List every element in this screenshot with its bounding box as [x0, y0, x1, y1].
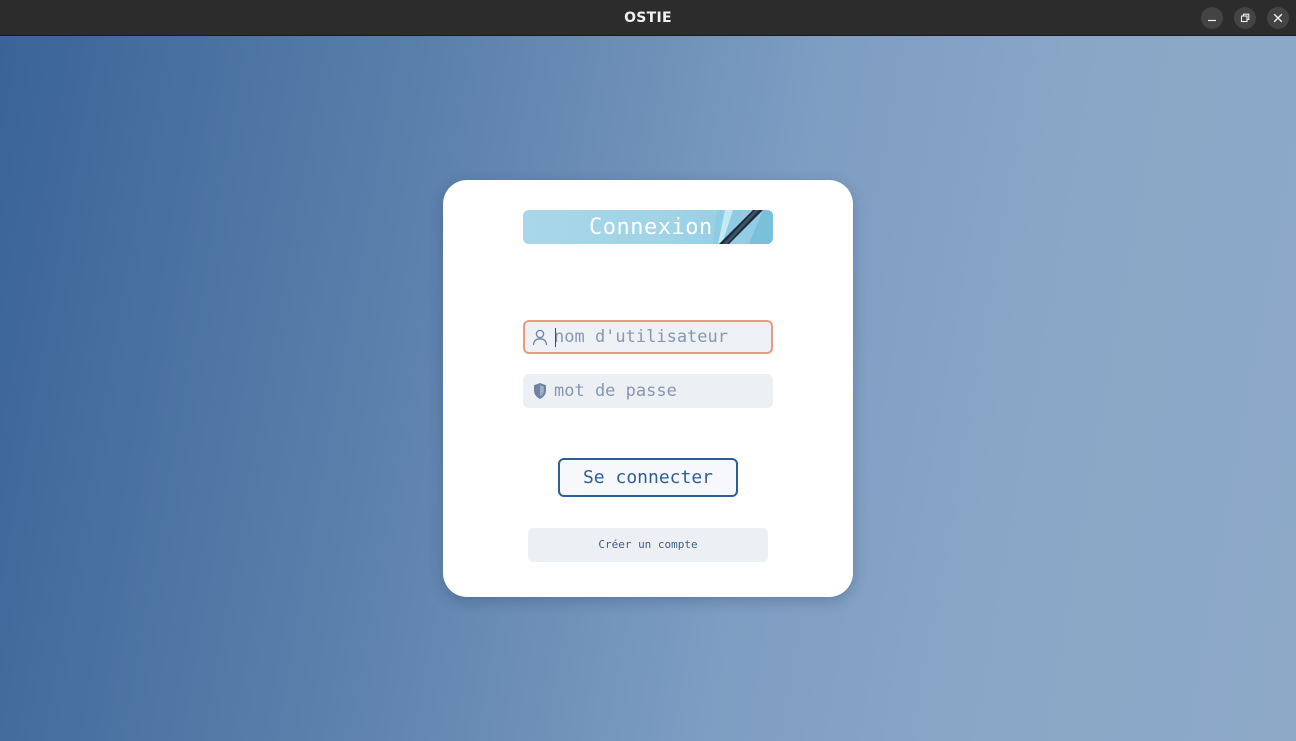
username-field[interactable] — [523, 320, 773, 354]
login-card: Connexion nom d'utilisateur Se connecter… — [443, 180, 853, 597]
maximize-button[interactable] — [1234, 7, 1256, 29]
text-caret — [555, 328, 556, 347]
login-banner: Connexion — [523, 210, 773, 244]
login-button[interactable]: Se connecter — [558, 458, 738, 497]
window-title: OSTIE — [624, 10, 672, 26]
window-background: Connexion nom d'utilisateur Se connecter… — [0, 36, 1296, 741]
restore-icon — [1240, 13, 1250, 23]
minimize-icon — [1208, 19, 1216, 22]
pen-illustration-icon — [713, 210, 773, 244]
banner-title: Connexion — [589, 215, 713, 240]
minimize-button[interactable] — [1201, 7, 1223, 29]
password-input[interactable] — [554, 374, 764, 408]
create-account-button[interactable]: Créer un compte — [528, 528, 768, 562]
title-bar[interactable]: OSTIE — [0, 0, 1296, 36]
user-icon — [532, 329, 548, 346]
app-window: OSTIE Connexion nom d'utilisateur Se con… — [0, 0, 1296, 741]
password-field[interactable] — [523, 374, 773, 408]
shield-icon — [534, 383, 546, 399]
username-input[interactable] — [554, 322, 764, 352]
close-icon — [1273, 13, 1283, 23]
close-button[interactable] — [1267, 7, 1289, 29]
